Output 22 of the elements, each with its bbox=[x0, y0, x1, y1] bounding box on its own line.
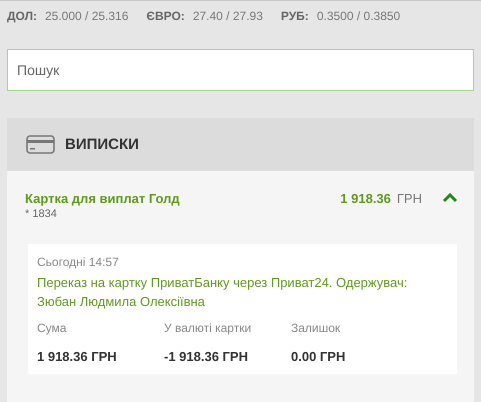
search-field[interactable]: Пошук bbox=[7, 49, 474, 91]
card-number: * 1834 bbox=[25, 208, 57, 220]
rate-label: ЄВРО: bbox=[146, 9, 185, 25]
account-balance: 1 918.36 bbox=[340, 191, 391, 206]
column-label: Залишок bbox=[291, 321, 342, 335]
currency-label: ГРН bbox=[396, 191, 422, 206]
rate-value: 25.000 / 25.316 bbox=[45, 9, 128, 25]
column-label: У валюті картки bbox=[164, 321, 252, 335]
column-label: Сума bbox=[37, 321, 68, 335]
rate-value: 27.40 / 27.93 bbox=[192, 9, 263, 25]
panel-title: ВИПИСКИ bbox=[65, 136, 139, 153]
transaction-description: Переказ на картку ПриватБанку через Приват24. Одержувач: Зюбан Людмила Олексіївна bbox=[37, 274, 408, 311]
transaction-date: Сьогодні 14:57 bbox=[37, 255, 120, 269]
column-value: 1 918.36 ГРН bbox=[37, 349, 118, 364]
column-value: 0.00 ГРН bbox=[291, 349, 346, 364]
rate-label: ДОЛ: bbox=[7, 9, 37, 25]
column-value: -1 918.36 ГРН bbox=[164, 349, 249, 364]
chevron-up-icon[interactable] bbox=[442, 193, 458, 203]
account-name[interactable]: Картка для виплат Голд bbox=[25, 191, 180, 206]
rate-value: 0.3500 / 0.3850 bbox=[316, 9, 400, 25]
rate-label: РУБ: bbox=[280, 9, 309, 25]
card-icon bbox=[26, 135, 55, 154]
